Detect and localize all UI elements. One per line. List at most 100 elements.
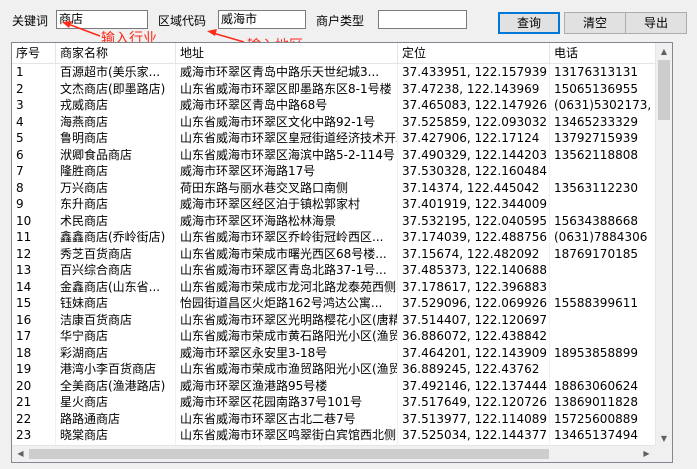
column-header-seq[interactable]: 序号: [12, 43, 56, 63]
col-address-cell: 山东省威海市荣成市黄石路阳光小区(渔贸...: [176, 328, 398, 345]
col-location-cell: 37.532195, 122.040595: [398, 212, 550, 230]
col-address-cell: 怡园街道昌区火炬路162号鸿达公寓...: [176, 295, 398, 312]
table-row[interactable]: 18 彩湖商店 威海市环翠区永安里3-18号 37.464201, 122.14390…: [12, 344, 657, 362]
clear-button[interactable]: 清空: [564, 12, 626, 34]
col-location-cell: 37.485373, 122.140688: [398, 262, 550, 279]
region-input[interactable]: 威海市: [218, 10, 306, 29]
table-row[interactable]: 11 鑫鑫商店(乔岭街店) 山东省威海市环翠区乔岭街冠岭西区... 37.174039…: [12, 229, 657, 246]
col-phone-cell: 15588399611: [550, 295, 657, 312]
table-row[interactable]: 8 万兴商店 荷田东路与丽水巷交叉路口南侧 37.14374, 122.445042 1…: [12, 179, 657, 197]
col-address-cell: 荷田东路与丽水巷交叉路口南侧: [176, 179, 398, 197]
col-location-cell: 37.47238, 122.143969: [398, 80, 550, 98]
col-location-cell: 37.514407, 122.120697: [398, 311, 550, 329]
col-name-cell: 东升商店: [56, 196, 176, 213]
col-seq-cell: 8: [12, 179, 56, 197]
table-row[interactable]: 9 东升商店 威海市环翠区经区泊于镇松郭家村 37.401919, 122.34400…: [12, 196, 657, 213]
column-header-name[interactable]: 商家名称: [56, 43, 176, 63]
keyword-input[interactable]: 商店: [56, 10, 148, 29]
table-row[interactable]: 15 钰妹商店 怡园街道昌区火炬路162号鸿达公寓... 37.529096, 122…: [12, 295, 657, 312]
col-location-cell: 37.427906, 122.17124: [398, 130, 550, 147]
table-row[interactable]: 2 文杰商店(即墨路店) 山东省威海市环翠区即墨路东区8-1号楼 37.47238, …: [12, 80, 657, 98]
col-phone-cell: 13792715939: [550, 130, 657, 147]
col-name-cell: 鑫鑫商店(乔岭街店): [56, 229, 176, 246]
table-row[interactable]: 13 百兴综合商店 山东省威海市环翠区青岛北路37-1号... 37.485373, …: [12, 262, 657, 279]
col-address-cell: 山东省威海市环翠区青岛北路37-1号...: [176, 262, 398, 279]
col-seq-cell: 9: [12, 196, 56, 213]
col-name-cell: 文杰商店(即墨路店): [56, 80, 176, 98]
col-name-cell: 戎威商店: [56, 97, 176, 114]
table-row[interactable]: 23 晓棠商店 山东省威海市环翠区鸣翠街白宾馆西北侧... 37.525034, 12…: [12, 427, 657, 444]
col-address-cell: 山东省威海市环翠区古北二巷7号: [176, 410, 398, 428]
col-name-cell: 鲁明商店: [56, 130, 176, 147]
merchant-type-input[interactable]: [378, 10, 467, 29]
table-row[interactable]: 10 术民商店 威海市环翠区环海路松林海景 37.532195, 122.040595…: [12, 212, 657, 230]
col-seq-cell: 3: [12, 97, 56, 114]
horizontal-scroll-thumb[interactable]: [29, 449, 549, 459]
col-seq-cell: 10: [12, 212, 56, 230]
table-row[interactable]: 5 鲁明商店 山东省威海市环翠区皇冠街道经济技术开发... 37.427906, 12…: [12, 130, 657, 147]
table-row[interactable]: 16 洁康百货商店 山东省威海市环翠区光明路樱花小区(唐精... 37.514407,…: [12, 311, 657, 329]
col-seq-cell: 1: [12, 64, 56, 81]
col-phone-cell: 13465137494: [550, 427, 657, 444]
col-address-cell: 山东省威海市荣成市龙河北路龙泰苑西侧...: [176, 278, 398, 296]
table-row[interactable]: 4 海燕商店 山东省威海市环翠区文化中路92-1号 37.525859, 122.09…: [12, 113, 657, 131]
scroll-left-icon[interactable]: ◀: [12, 446, 29, 462]
keyword-label: 关键词: [12, 14, 49, 28]
vertical-scroll-thumb[interactable]: [658, 60, 670, 120]
table-row[interactable]: 20 全美商店(渔港路店) 威海市环翠区渔港路95号楼 37.492146, 122.…: [12, 377, 657, 395]
col-phone-cell: [550, 312, 657, 329]
col-address-cell: 山东省威海市荣成市渔贸路阳光小区(渔贸...: [176, 361, 398, 378]
column-header-phone[interactable]: 电话: [550, 43, 660, 63]
col-name-cell: 钰妹商店: [56, 295, 176, 312]
table-row[interactable]: 17 华宁商店 山东省威海市荣成市黄石路阳光小区(渔贸... 36.886072, 1…: [12, 328, 657, 345]
col-seq-cell: 4: [12, 113, 56, 131]
table-row[interactable]: 21 星火商店 威海市环翠区花园南路37号101号 37.517649, 122.12…: [12, 394, 657, 411]
col-phone-cell: 13869011828: [550, 394, 657, 411]
col-phone-cell: (0631)7884306: [550, 229, 657, 246]
col-address-cell: 威海市环翠区花园南路37号101号: [176, 394, 398, 411]
col-location-cell: 37.530328, 122.160484: [398, 163, 550, 180]
col-name-cell: 港湾小李百货商店: [56, 361, 176, 378]
col-phone-cell: 18863060624: [550, 378, 657, 395]
col-seq-cell: 5: [12, 130, 56, 147]
col-seq-cell: 22: [12, 410, 56, 428]
scroll-right-icon[interactable]: ▶: [638, 446, 655, 462]
table-row[interactable]: 1 百源超市(美乐家... 威海市环翠区青岛中路乐天世纪城3... 37.433951…: [12, 64, 657, 81]
table-row[interactable]: 12 秀芝百货商店 山东省威海市荣成市曙光西区68号楼... 37.15674, 12…: [12, 245, 657, 263]
col-seq-cell: 23: [12, 427, 56, 444]
col-seq-cell: 2: [12, 80, 56, 98]
col-location-cell: 37.178617, 122.396883: [398, 278, 550, 296]
col-address-cell: 山东省威海市环翠区鸣翠街白宾馆西北侧...: [176, 427, 398, 444]
col-location-cell: 37.464201, 122.143909: [398, 344, 550, 362]
table-row[interactable]: 6 洑卿食品商店 山东省威海市环翠区海滨中路5-2-114号 37.490329, 1…: [12, 146, 657, 164]
table-row[interactable]: 19 港湾小李百货商店 山东省威海市荣成市渔贸路阳光小区(渔贸... 36.88924…: [12, 361, 657, 378]
col-seq-cell: 14: [12, 278, 56, 296]
col-name-cell: 百兴综合商店: [56, 262, 176, 279]
col-name-cell: 洑卿食品商店: [56, 146, 176, 164]
col-seq-cell: 20: [12, 377, 56, 395]
col-location-cell: 37.174039, 122.488756: [398, 229, 550, 246]
col-address-cell: 威海市环翠区经区泊于镇松郭家村: [176, 196, 398, 213]
col-name-cell: 秀芝百货商店: [56, 245, 176, 263]
col-location-cell: 36.889245, 122.43762: [398, 361, 550, 378]
table-row[interactable]: 14 金鑫商店(山东省... 山东省威海市荣成市龙河北路龙泰苑西侧... 37.178…: [12, 278, 657, 296]
vertical-scrollbar[interactable]: ▲ ▼: [655, 43, 672, 447]
horizontal-scrollbar[interactable]: ◀ ▶: [12, 445, 655, 462]
col-phone-cell: 13563112230: [550, 180, 657, 197]
table-row[interactable]: 7 隆胜商店 威海市环翠区环海路17号 37.530328, 122.160484: [12, 163, 657, 180]
table-row[interactable]: 3 戎威商店 威海市环翠区青岛中路68号 37.465083, 122.147926(…: [12, 97, 657, 114]
col-address-cell: 山东省威海市荣成市曙光西区68号楼...: [176, 245, 398, 263]
col-name-cell: 百源超市(美乐家...: [56, 64, 176, 81]
scroll-up-icon[interactable]: ▲: [656, 43, 672, 60]
query-button[interactable]: 查询: [498, 12, 560, 34]
table-body[interactable]: 1 百源超市(美乐家... 威海市环翠区青岛中路乐天世纪城3... 37.433951…: [12, 64, 657, 449]
col-location-cell: 37.525859, 122.093032: [398, 113, 550, 131]
table-row[interactable]: 22 路路通商店 山东省威海市环翠区古北二巷7号 37.513977, 122.114…: [12, 410, 657, 428]
col-phone-cell: [550, 279, 657, 296]
col-seq-cell: 21: [12, 394, 56, 411]
column-header-location[interactable]: 定位: [398, 43, 550, 63]
column-header-address[interactable]: 地址: [176, 43, 398, 63]
col-phone-cell: [550, 361, 657, 378]
export-button[interactable]: 导出: [625, 12, 687, 34]
merchant-table[interactable]: 序号 商家名称 地址 定位 电话 1 百源超市(美乐家... 威海市环翠区青岛中路乐天世纪城…: [11, 42, 673, 463]
